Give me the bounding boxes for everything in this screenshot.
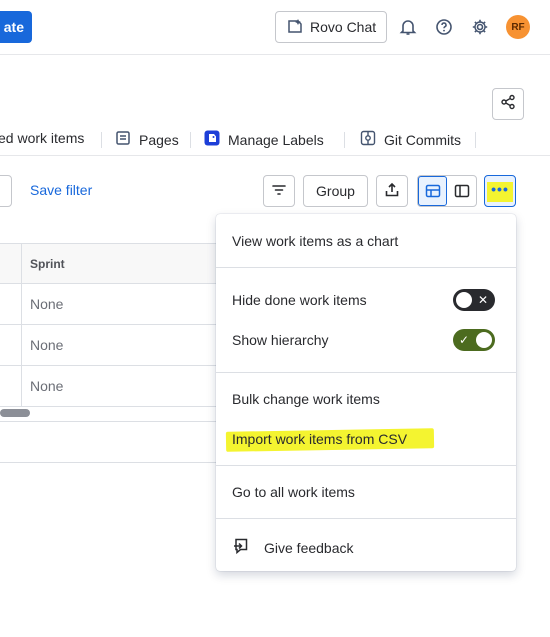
tab-manage-labels[interactable]: Manage Labels bbox=[204, 130, 324, 149]
sprint-cell: None bbox=[30, 296, 64, 312]
horizontal-scrollbar[interactable] bbox=[0, 409, 30, 417]
menu-divider bbox=[216, 518, 516, 519]
tab-divider bbox=[190, 132, 191, 148]
table-view-icon[interactable] bbox=[418, 176, 448, 206]
show-hierarchy-toggle[interactable]: ✓ bbox=[453, 329, 495, 351]
divider bbox=[0, 421, 230, 422]
check-icon: ✓ bbox=[459, 333, 470, 347]
table-header: Sprint bbox=[0, 243, 230, 284]
create-button-label: ate bbox=[3, 19, 24, 35]
table-row[interactable]: None bbox=[0, 284, 230, 325]
menu-divider bbox=[216, 372, 516, 373]
page: ate Rovo Chat RF ed work items Pages Man… bbox=[0, 0, 550, 637]
rovo-chat-button[interactable]: Rovo Chat bbox=[275, 11, 387, 43]
feedback-label: Give feedback bbox=[264, 539, 354, 556]
tab-divider bbox=[344, 132, 345, 148]
column-divider bbox=[21, 243, 22, 407]
rovo-chat-label: Rovo Chat bbox=[310, 19, 377, 35]
labels-icon bbox=[204, 130, 220, 149]
tab-label: Git Commits bbox=[384, 131, 461, 148]
tab-label: ed work items bbox=[0, 130, 85, 146]
close-icon: ✕ bbox=[478, 293, 489, 307]
menu-item-bulk-change[interactable]: Bulk change work items bbox=[232, 391, 380, 407]
toggle-knob bbox=[456, 292, 472, 308]
avatar[interactable]: RF bbox=[506, 15, 530, 39]
git-commits-icon bbox=[360, 130, 376, 149]
rovo-icon bbox=[286, 17, 304, 38]
column-header-sprint[interactable]: Sprint bbox=[30, 257, 65, 271]
tab-divider bbox=[475, 132, 476, 148]
share-icon bbox=[500, 94, 516, 115]
help-icon[interactable] bbox=[431, 14, 457, 40]
divider bbox=[0, 462, 230, 463]
avatar-initials: RF bbox=[511, 21, 525, 33]
menu-divider bbox=[216, 465, 516, 466]
menu-item-import-csv[interactable]: Import work items from CSV bbox=[232, 431, 407, 447]
toggle-knob bbox=[476, 332, 492, 348]
view-toggle bbox=[417, 175, 477, 207]
filter-button[interactable] bbox=[263, 175, 295, 207]
table-row[interactable]: None bbox=[0, 325, 230, 366]
tab-divider bbox=[101, 132, 102, 148]
feedback-icon bbox=[232, 537, 250, 558]
tab-git-commits[interactable]: Git Commits bbox=[360, 130, 461, 149]
export-button[interactable] bbox=[376, 175, 408, 207]
sprint-cell: None bbox=[30, 337, 64, 353]
menu-item-go-to-all[interactable]: Go to all work items bbox=[232, 484, 355, 500]
more-actions-button[interactable]: ••• bbox=[484, 175, 516, 207]
more-icon: ••• bbox=[491, 181, 509, 197]
panel-view-icon[interactable] bbox=[447, 176, 476, 206]
project-tabs: ed work items Pages Manage Labels Git Co… bbox=[0, 124, 550, 156]
top-navigation: ate Rovo Chat RF bbox=[0, 0, 550, 55]
group-button-label: Group bbox=[316, 183, 355, 199]
pages-icon bbox=[115, 130, 131, 149]
hide-done-toggle[interactable]: ✕ bbox=[453, 289, 495, 311]
more-actions-menu: View work items as a chart Hide done wor… bbox=[216, 214, 516, 571]
group-button[interactable]: Group bbox=[303, 175, 368, 207]
export-icon bbox=[384, 182, 400, 201]
create-button[interactable]: ate bbox=[0, 11, 32, 43]
gear-icon[interactable] bbox=[467, 14, 493, 40]
search-input[interactable] bbox=[0, 175, 12, 207]
tab-label: Manage Labels bbox=[228, 131, 324, 148]
menu-item-hide-done[interactable]: Hide done work items bbox=[232, 292, 367, 308]
menu-divider bbox=[216, 267, 516, 268]
sprint-cell: None bbox=[30, 378, 64, 394]
save-filter-link[interactable]: Save filter bbox=[30, 182, 92, 198]
menu-item-view-chart[interactable]: View work items as a chart bbox=[232, 233, 398, 249]
menu-item-show-hierarchy[interactable]: Show hierarchy bbox=[232, 332, 329, 348]
menu-item-give-feedback[interactable]: Give feedback bbox=[232, 537, 354, 558]
share-button[interactable] bbox=[492, 88, 524, 120]
tab-work-items[interactable]: ed work items bbox=[0, 130, 84, 146]
filter-icon bbox=[271, 182, 287, 201]
table-row[interactable]: None bbox=[0, 366, 230, 407]
tab-label: Pages bbox=[139, 131, 179, 148]
tab-pages[interactable]: Pages bbox=[115, 130, 179, 149]
bell-icon[interactable] bbox=[395, 14, 421, 40]
